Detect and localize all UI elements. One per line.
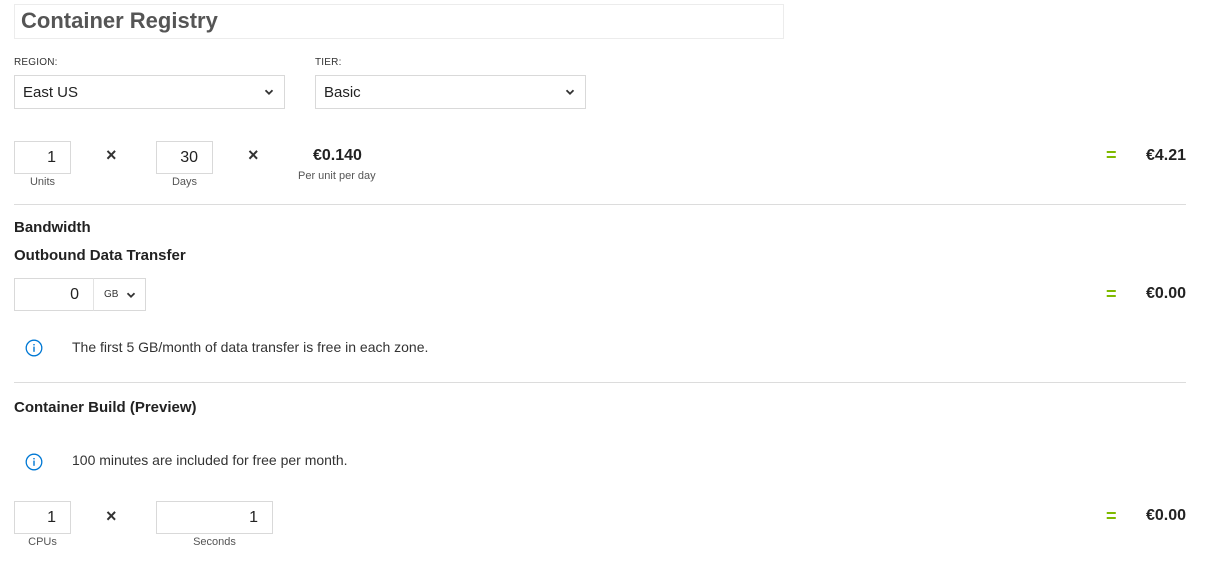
- units-value: 1: [47, 148, 56, 166]
- container-build-info-text: 100 minutes are included for free per mo…: [72, 452, 348, 468]
- multiply-icon: ×: [106, 506, 117, 526]
- multiply-icon: ×: [248, 145, 259, 165]
- chevron-down-icon: [127, 292, 136, 298]
- cpus-value: 1: [47, 508, 56, 526]
- registry-name-input[interactable]: [21, 8, 783, 34]
- outbound-data-transfer-heading: Outbound Data Transfer: [14, 247, 186, 264]
- units-caption: Units: [29, 176, 56, 188]
- equals-sign: =: [1106, 284, 1117, 304]
- seconds-input[interactable]: 1: [156, 501, 273, 534]
- container-build-heading: Container Build (Preview): [14, 399, 197, 416]
- chevron-down-icon: [565, 89, 575, 95]
- info-icon: [25, 339, 43, 357]
- bandwidth-total: €0.00: [1146, 285, 1187, 302]
- divider: [14, 382, 1186, 383]
- registry-name-field[interactable]: [14, 4, 784, 39]
- seconds-caption: Seconds: [193, 536, 236, 548]
- cpus-caption: CPUs: [28, 536, 57, 548]
- tier-label: TIER:: [315, 57, 342, 68]
- region-select-value: East US: [23, 83, 79, 101]
- unit-price-caption: Per unit per day: [298, 170, 376, 182]
- days-value: 30: [180, 148, 198, 166]
- data-transfer-amount-value: 0: [70, 285, 79, 303]
- days-input[interactable]: 30: [156, 141, 213, 174]
- days-caption: Days: [171, 176, 198, 188]
- data-transfer-unit-select[interactable]: GB: [93, 278, 146, 311]
- chevron-down-icon: [264, 89, 274, 95]
- data-transfer-amount-input[interactable]: 0: [14, 278, 94, 311]
- registry-total: €4.21: [1146, 147, 1187, 164]
- divider: [14, 204, 1186, 205]
- equals-sign: =: [1106, 145, 1117, 165]
- region-select[interactable]: East US: [14, 75, 285, 109]
- seconds-value: 1: [249, 508, 258, 526]
- tier-select[interactable]: Basic: [315, 75, 586, 109]
- region-label: REGION:: [14, 57, 58, 68]
- data-transfer-unit-value: GB: [104, 289, 119, 300]
- bandwidth-info-text: The first 5 GB/month of data transfer is…: [72, 339, 429, 355]
- bandwidth-heading: Bandwidth: [14, 219, 91, 236]
- multiply-icon: ×: [106, 145, 117, 165]
- equals-sign: =: [1106, 506, 1117, 526]
- info-icon: [25, 453, 43, 471]
- cpus-input[interactable]: 1: [14, 501, 71, 534]
- tier-select-value: Basic: [324, 83, 361, 101]
- container-build-total: €0.00: [1146, 507, 1187, 524]
- unit-price: €0.140: [313, 147, 362, 164]
- units-input[interactable]: 1: [14, 141, 71, 174]
